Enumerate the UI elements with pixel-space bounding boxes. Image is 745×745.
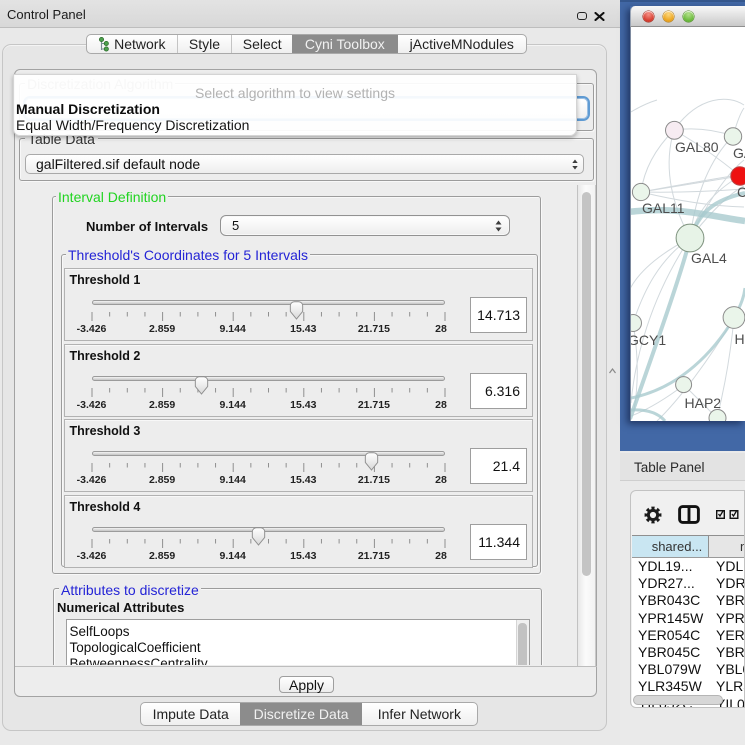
svg-text:GAL80: GAL80: [675, 139, 719, 155]
svg-text:H: H: [735, 331, 745, 347]
svg-text:GAL11: GAL11: [642, 200, 685, 216]
svg-text:GCY1: GCY1: [631, 332, 666, 348]
svg-text:GAL: GAL: [733, 145, 745, 161]
svg-text:C: C: [737, 184, 745, 200]
svg-text:GAL4: GAL4: [691, 250, 727, 266]
svg-text:HAP2: HAP2: [685, 395, 722, 411]
